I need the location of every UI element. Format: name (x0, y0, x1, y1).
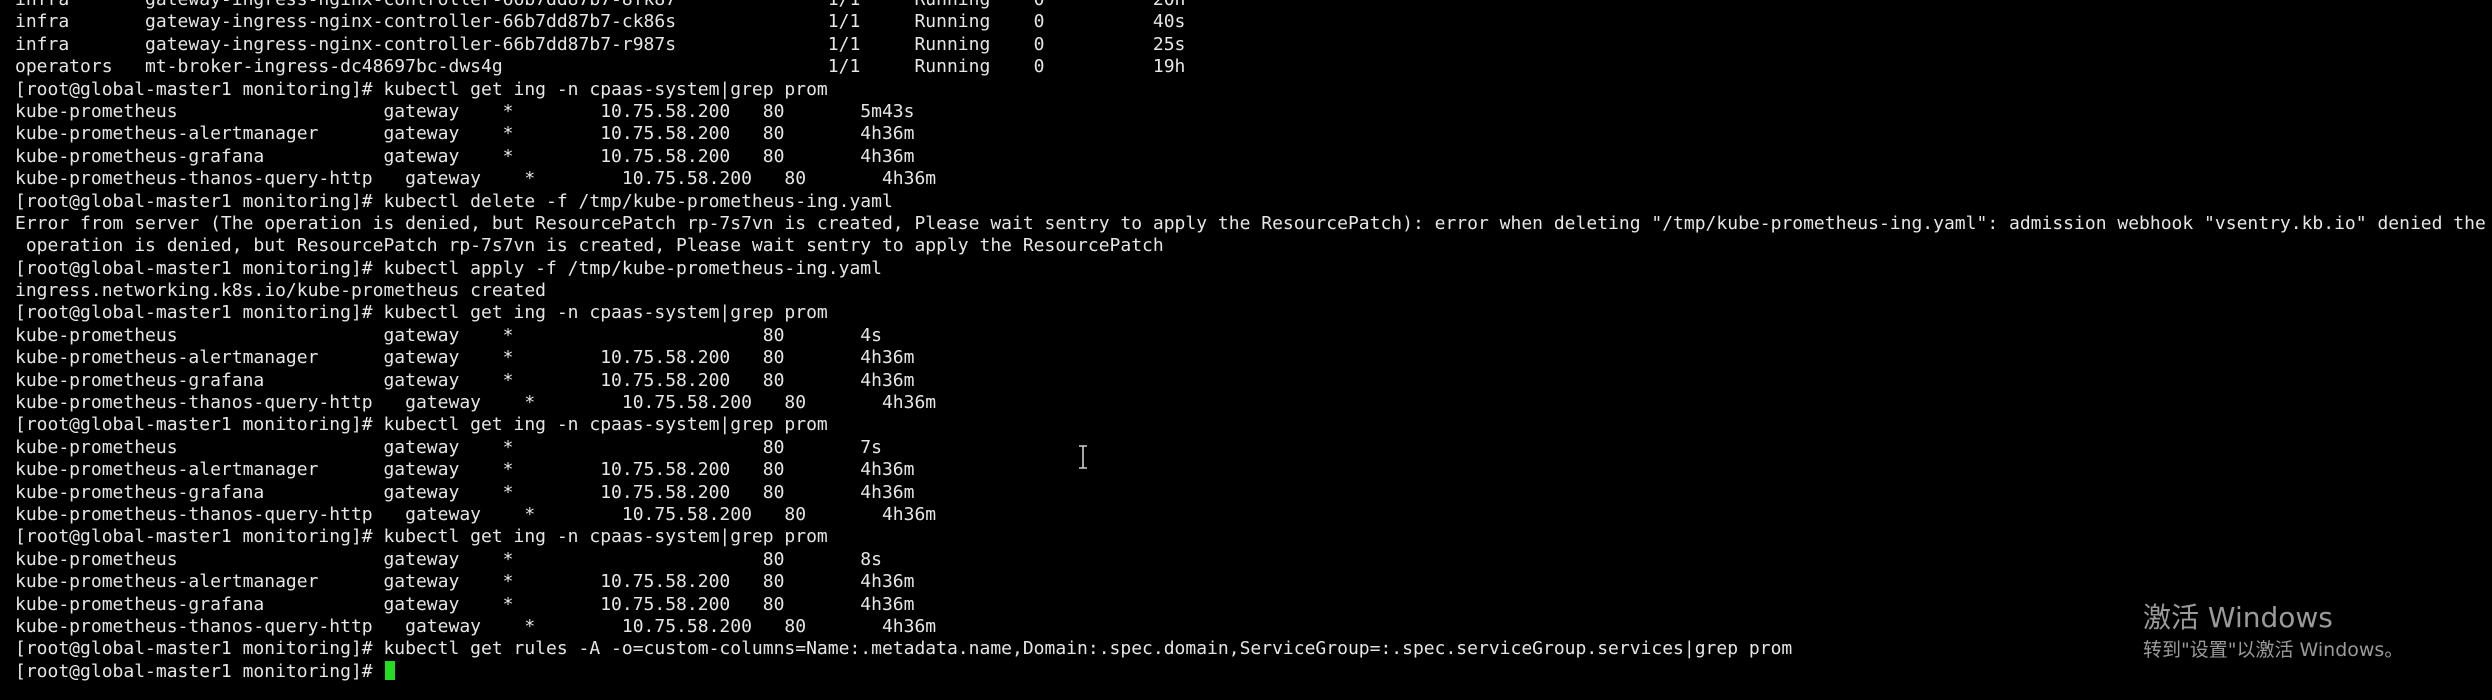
terminal-line: infra gateway-ingress-nginx-controller-6… (15, 0, 2492, 11)
terminal-line: kube-prometheus-thanos-query-http gatewa… (15, 503, 937, 525)
terminal-prompt-line: [root@global-master1 monitoring]# kubect… (15, 638, 1793, 660)
terminal-prompt: [root@global-master1 monitoring]# (15, 660, 384, 682)
terminal-prompt-line: [root@global-master1 monitoring]# kubect… (15, 414, 828, 436)
terminal-line: kube-prometheus gateway * 10.75.58.200 8… (15, 100, 915, 122)
terminal-line: kube-prometheus gateway * 80 8s (15, 548, 882, 570)
terminal-line: kube-prometheus-alertmanager gateway * 1… (15, 123, 915, 145)
terminal-line: infra gateway-ingress-nginx-controller-6… (15, 33, 1186, 55)
text-cursor (385, 660, 396, 680)
watermark-subtitle: 转到"设置"以激活 Windows。 (2143, 639, 2404, 661)
terminal-window[interactable]: infra gateway-ingress-nginx-controller-6… (0, 0, 2492, 700)
text-ibeam-icon (1079, 445, 1087, 469)
terminal-prompt-line: [root@global-master1 monitoring]# kubect… (15, 190, 893, 212)
terminal-line: kube-prometheus-alertmanager gateway * 1… (15, 571, 915, 593)
terminal-line: kube-prometheus-thanos-query-http gatewa… (15, 168, 937, 190)
terminal-input-line[interactable]: [root@global-master1 monitoring]# (15, 660, 2492, 683)
terminal-line: kube-prometheus-alertmanager gateway * 1… (15, 459, 915, 481)
terminal-prompt-line: [root@global-master1 monitoring]# kubect… (15, 257, 882, 279)
terminal-line: kube-prometheus-grafana gateway * 10.75.… (15, 145, 915, 167)
terminal-output: infra gateway-ingress-nginx-controller-6… (15, 0, 2492, 683)
terminal-prompt-line: [root@global-master1 monitoring]# kubect… (15, 526, 828, 548)
terminal-line: kube-prometheus-thanos-query-http gatewa… (15, 615, 937, 637)
terminal-line: kube-prometheus-thanos-query-http gatewa… (15, 392, 937, 414)
terminal-line: kube-prometheus-grafana gateway * 10.75.… (15, 593, 915, 615)
terminal-line: kube-prometheus gateway * 80 4s (15, 324, 882, 346)
terminal-line: kube-prometheus gateway * 80 7s (15, 436, 882, 458)
terminal-line: kube-prometheus-grafana gateway * 10.75.… (15, 481, 915, 503)
terminal-error-line: operation is denied, but ResourcePatch r… (15, 235, 1164, 257)
windows-activation-watermark: 激活 Windows 转到"设置"以激活 Windows。 (2143, 600, 2403, 664)
terminal-line: kube-prometheus-alertmanager gateway * 1… (15, 347, 915, 369)
terminal-prompt-line: [root@global-master1 monitoring]# kubect… (15, 302, 828, 324)
terminal-line: infra gateway-ingress-nginx-controller-6… (15, 11, 1186, 33)
terminal-line: ingress.networking.k8s.io/kube-prometheu… (15, 280, 547, 302)
terminal-line: kube-prometheus-grafana gateway * 10.75.… (15, 369, 915, 391)
terminal-prompt-line: [root@global-master1 monitoring]# kubect… (15, 78, 828, 100)
watermark-title: 激活 Windows (2143, 601, 2333, 634)
terminal-error-line: Error from server (The operation is deni… (15, 212, 2492, 234)
terminal-line: operators mt-broker-ingress-dc48697bc-dw… (15, 56, 1186, 78)
